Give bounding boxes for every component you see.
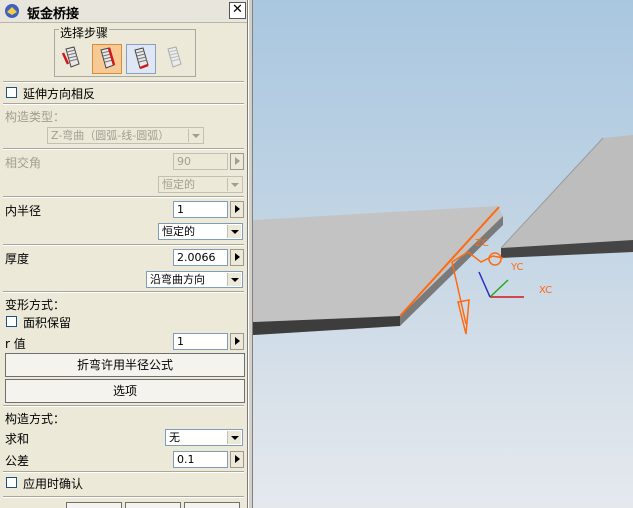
step-2-button[interactable] [92, 44, 122, 74]
construct-type-value: Z-弯曲（圆弧-线-圆弧） [51, 129, 170, 142]
reverse-extend-checkbox[interactable] [6, 87, 17, 98]
construct-type-label: 构造类型： [5, 110, 66, 124]
cancel-button[interactable] [184, 502, 240, 508]
r-value-label: r 值 [5, 337, 26, 351]
deform-label: 变形方式： [5, 298, 66, 312]
sheet-metal-app-icon [5, 4, 19, 18]
chevron-down-icon [188, 129, 202, 142]
angle-mode-select[interactable]: 恒定的 [158, 176, 243, 193]
y-axis-line [489, 279, 509, 298]
separator [3, 81, 244, 83]
separator [3, 471, 244, 473]
bend-radius-formula-button[interactable]: 折弯许用半径公式 [5, 353, 245, 377]
r-value-expand-button[interactable] [230, 333, 244, 350]
yc-axis-label: YC [511, 262, 524, 273]
graphics-viewport[interactable]: ZC YC XC [253, 0, 633, 508]
apply-button[interactable] [125, 502, 181, 508]
reverse-extend-label: 延伸方向相反 [23, 87, 96, 101]
left-plate-top [253, 206, 503, 322]
dialog-titlebar: 钣金桥接 ✕ [0, 0, 247, 23]
separator [3, 291, 244, 293]
model-view [253, 135, 633, 335]
right-plate-top [501, 135, 633, 248]
separator [3, 405, 244, 407]
separator [3, 103, 244, 105]
inner-radius-value: 1 [177, 203, 184, 216]
angle-mode-value: 恒定的 [162, 178, 195, 191]
thickness-value: 2.0066 [177, 251, 216, 264]
options-button[interactable]: 选项 [5, 379, 245, 403]
step-4-icon [167, 46, 182, 68]
construct-type-select[interactable]: Z-弯曲（圆弧-线-圆弧） [47, 127, 204, 144]
separator [3, 496, 244, 498]
step-1-icon [61, 46, 80, 68]
inner-radius-label: 内半径 [5, 204, 42, 218]
chevron-down-icon [227, 273, 241, 286]
chevron-down-icon [227, 431, 241, 444]
angle-label: 相交角 [5, 156, 42, 170]
ok-button[interactable] [66, 502, 122, 508]
direction-vector [451, 261, 467, 325]
tolerance-input[interactable]: 0.1 [173, 451, 228, 468]
step-1-button[interactable] [58, 44, 88, 74]
zc-axis-label: ZC [475, 238, 489, 249]
angle-value: 90 [177, 155, 191, 168]
selection-steps-group: 选择步骤 [54, 24, 196, 77]
step-2-icon [100, 47, 116, 69]
sum-value: 无 [169, 431, 180, 444]
confirm-on-apply-label: 应用时确认 [23, 477, 84, 491]
thickness-input[interactable]: 2.0066 [173, 249, 228, 266]
tolerance-label: 公差 [5, 454, 30, 468]
step-3-button[interactable] [126, 44, 156, 74]
z-axis-line [478, 271, 491, 298]
r-value: 1 [177, 335, 184, 348]
thickness-mode-select[interactable]: 沿弯曲方向 [146, 271, 243, 288]
angle-expand-button[interactable] [230, 153, 244, 170]
direction-arrow-head-icon [457, 299, 470, 335]
separator [3, 244, 244, 246]
inner-radius-expand-button[interactable] [230, 201, 244, 218]
close-button[interactable]: ✕ [229, 2, 246, 19]
selection-steps-label: 选择步骤 [59, 24, 110, 41]
dialog-title: 钣金桥接 [27, 7, 80, 22]
confirm-on-apply-checkbox[interactable] [6, 477, 17, 488]
thickness-mode-value: 沿弯曲方向 [150, 273, 205, 286]
tolerance-expand-button[interactable] [230, 451, 244, 468]
inner-radius-mode-value: 恒定的 [162, 225, 195, 238]
inner-radius-input[interactable]: 1 [173, 201, 228, 218]
sum-select[interactable]: 无 [165, 429, 243, 446]
inner-radius-mode-select[interactable]: 恒定的 [158, 223, 243, 240]
step-4-button[interactable] [160, 44, 190, 74]
thickness-label: 厚度 [5, 252, 30, 266]
construct-method-label: 构造方式： [5, 412, 66, 426]
step-3-icon [134, 47, 149, 70]
tolerance-value: 0.1 [177, 453, 195, 466]
sum-label: 求和 [5, 432, 30, 446]
r-value-input[interactable]: 1 [173, 333, 228, 350]
chevron-down-icon [227, 225, 241, 238]
preserve-area-checkbox[interactable] [6, 316, 17, 327]
separator [3, 148, 244, 150]
separator [3, 196, 244, 198]
xc-axis-label: XC [539, 285, 553, 296]
thickness-expand-button[interactable] [230, 249, 244, 266]
angle-input[interactable]: 90 [173, 153, 228, 170]
bridge-dialog: 钣金桥接 ✕ 选择步骤 延伸方向相反 构造类型： Z-弯曲（圆弧-线-圆弧） 相… [0, 0, 248, 508]
chevron-down-icon [227, 178, 241, 191]
handle-ring [488, 252, 502, 266]
preserve-area-label: 面积保留 [23, 316, 72, 330]
